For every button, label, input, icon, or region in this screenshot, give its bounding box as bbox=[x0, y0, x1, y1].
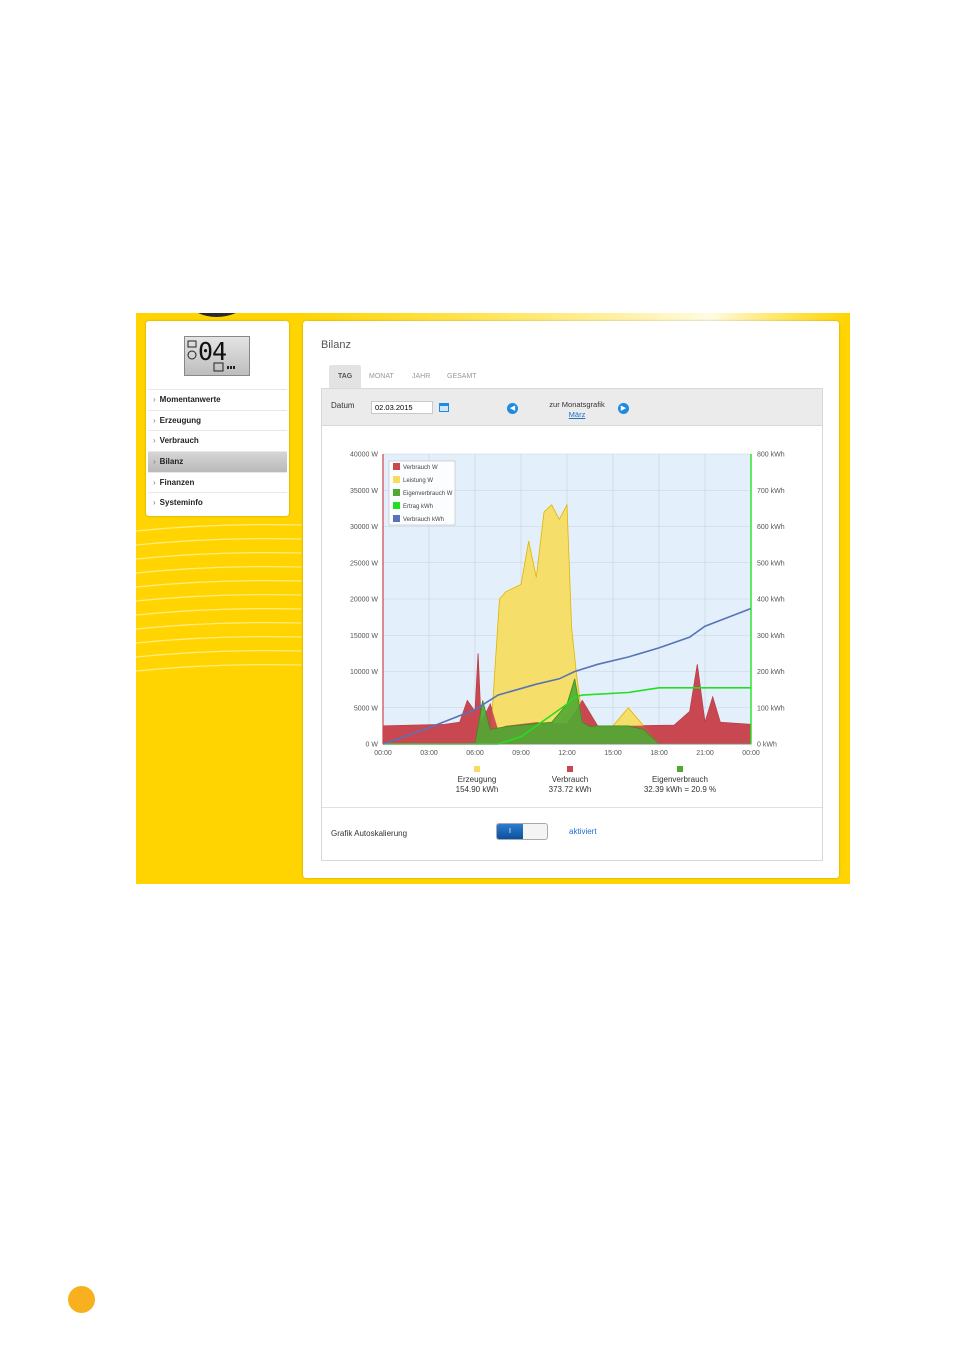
tab-gesamt[interactable]: GESAMT bbox=[438, 365, 486, 388]
summary-name: Eigenverbrauch bbox=[652, 775, 708, 784]
bilanz-chart: 0 W 0 kWh 5000 W 100 kWh 10000 W 200 kWh 15000… bbox=[350, 452, 785, 795]
sidebar-menu: › Momentanwerte › Erzeugung › Verbrauch › Bi… bbox=[148, 389, 287, 513]
tab-monat[interactable]: MONAT bbox=[360, 365, 403, 388]
main-content: Bilanz TAG MONAT JAHR GESAMT Datum ◀ zur… bbox=[303, 321, 839, 878]
sidebar-item-label: Verbrauch bbox=[159, 436, 199, 446]
chevron-right-icon: › bbox=[153, 395, 156, 404]
autoscale-status: aktiviert bbox=[569, 827, 597, 836]
calendar-icon[interactable] bbox=[439, 402, 449, 412]
chevron-right-icon: › bbox=[153, 436, 156, 446]
y-right-tick-label: 500 kWh bbox=[757, 560, 785, 567]
y-right-tick-label: 400 kWh bbox=[757, 597, 785, 604]
summary-value: 373.72 kWh bbox=[549, 785, 592, 794]
legend-swatch bbox=[393, 476, 400, 483]
toggle-on-segment: I bbox=[497, 824, 523, 839]
next-month-button[interactable]: ▶ bbox=[618, 403, 629, 414]
sidebar-item-label: Systeminfo bbox=[159, 498, 203, 508]
y-left-tick-label: 40000 W bbox=[350, 452, 378, 459]
date-label: Datum bbox=[331, 401, 355, 410]
summary-value: 154.90 kWh bbox=[456, 785, 499, 794]
sidebar-item-label: Finanzen bbox=[159, 477, 195, 487]
sidebar: 04 › Momentanwerte › Erzeugung › Verbrauch … bbox=[146, 321, 289, 516]
y-right-tick-label: 200 kWh bbox=[757, 669, 785, 676]
sidebar-item-label: Erzeugung bbox=[159, 415, 202, 425]
sidebar-item-finanzen[interactable]: › Finanzen bbox=[148, 471, 287, 493]
date-toolbar: Datum ◀ zur Monatsgrafik März ▶ bbox=[322, 389, 822, 426]
legend-label: Eigenverbrauch W bbox=[403, 491, 453, 497]
legend-swatch bbox=[393, 463, 400, 470]
autoscale-row: Grafik Autoskalierung I aktiviert bbox=[322, 807, 822, 860]
legend-label: Leistung W bbox=[403, 478, 433, 484]
prev-month-button[interactable]: ◀ bbox=[507, 403, 518, 414]
legend-swatch bbox=[393, 489, 400, 496]
y-right-tick-label: 600 kWh bbox=[757, 524, 785, 531]
y-right-tick-label: 0 kWh bbox=[757, 742, 777, 749]
y-left-tick-label: 25000 W bbox=[350, 560, 378, 567]
summary-value: 32.39 kWh = 20.9 % bbox=[644, 785, 716, 794]
x-tick-label: 00:00 bbox=[374, 750, 392, 757]
lcd-digits: 04 bbox=[198, 337, 227, 366]
month-link[interactable]: März bbox=[527, 410, 627, 419]
chevron-right-icon: › bbox=[153, 415, 156, 425]
sidebar-item-label: Bilanz bbox=[159, 457, 184, 467]
legend-label: Verbrauch W bbox=[403, 465, 438, 471]
tab-tag[interactable]: TAG bbox=[329, 365, 362, 388]
page-title: Bilanz bbox=[321, 339, 351, 351]
summary-name: Verbrauch bbox=[552, 775, 588, 784]
x-tick-label: 09:00 bbox=[512, 750, 530, 757]
x-tick-label: 03:00 bbox=[420, 750, 438, 757]
sidebar-item-erzeugung[interactable]: › Erzeugung bbox=[148, 409, 287, 431]
y-left-tick-label: 15000 W bbox=[350, 633, 378, 640]
x-tick-label: 21:00 bbox=[696, 750, 714, 757]
y-right-tick-label: 300 kWh bbox=[757, 633, 785, 640]
summary-swatch bbox=[474, 766, 480, 772]
chevron-right-icon: › bbox=[153, 477, 156, 487]
y-left-tick-label: 0 W bbox=[366, 742, 379, 749]
legend-swatch bbox=[393, 515, 400, 522]
month-link-block: zur Monatsgrafik März bbox=[527, 400, 627, 419]
autoscale-toggle[interactable]: I bbox=[496, 823, 548, 840]
chevron-left-icon: ◀ bbox=[509, 405, 516, 412]
page-marker-dot bbox=[68, 1286, 95, 1313]
sidebar-item-label: Momentanwerte bbox=[159, 395, 221, 404]
legend-swatch bbox=[393, 502, 400, 509]
y-left-tick-label: 10000 W bbox=[350, 669, 378, 676]
y-left-tick-label: 35000 W bbox=[350, 488, 378, 495]
sidebar-item-verbrauch[interactable]: › Verbrauch bbox=[148, 430, 287, 451]
app-frame: 04 › Momentanwerte › Erzeugung › Verbrauch … bbox=[136, 313, 850, 884]
chevron-right-icon: › bbox=[153, 498, 156, 508]
summary-swatch bbox=[677, 766, 683, 772]
y-left-tick-label: 5000 W bbox=[354, 705, 379, 712]
sidebar-item-systeminfo[interactable]: › Systeminfo bbox=[148, 492, 287, 513]
autoscale-label: Grafik Autoskalierung bbox=[331, 829, 408, 838]
x-tick-label: 18:00 bbox=[650, 750, 668, 757]
chevron-right-icon: ▶ bbox=[620, 405, 627, 412]
summary-swatch bbox=[567, 766, 573, 772]
summary-name: Erzeugung bbox=[458, 775, 497, 784]
x-tick-label: 15:00 bbox=[604, 750, 622, 757]
y-right-tick-label: 100 kWh bbox=[757, 705, 785, 712]
bilanz-panel: Datum ◀ zur Monatsgrafik März ▶ 0 W 0 kWh… bbox=[321, 388, 823, 861]
y-right-tick-label: 800 kWh bbox=[757, 452, 785, 459]
tab-jahr[interactable]: JAHR bbox=[403, 365, 439, 388]
sidebar-item-bilanz[interactable]: › Bilanz bbox=[148, 451, 287, 472]
y-right-tick-label: 700 kWh bbox=[757, 488, 785, 495]
legend-label: Ertrag kWh bbox=[403, 504, 433, 510]
month-link-label: zur Monatsgrafik bbox=[549, 400, 605, 409]
display-lcd: 04 bbox=[184, 336, 250, 376]
date-input[interactable] bbox=[371, 401, 433, 414]
y-left-tick-label: 20000 W bbox=[350, 597, 378, 604]
sidebar-item-momentanwerte[interactable]: › Momentanwerte bbox=[148, 389, 287, 410]
x-tick-label: 12:00 bbox=[558, 750, 576, 757]
y-left-tick-label: 30000 W bbox=[350, 524, 378, 531]
x-tick-label: 06:00 bbox=[466, 750, 484, 757]
chevron-right-icon: › bbox=[153, 457, 156, 467]
x-tick-label: 00:00 bbox=[742, 750, 760, 757]
legend-label: Verbrauch kWh bbox=[403, 517, 444, 523]
